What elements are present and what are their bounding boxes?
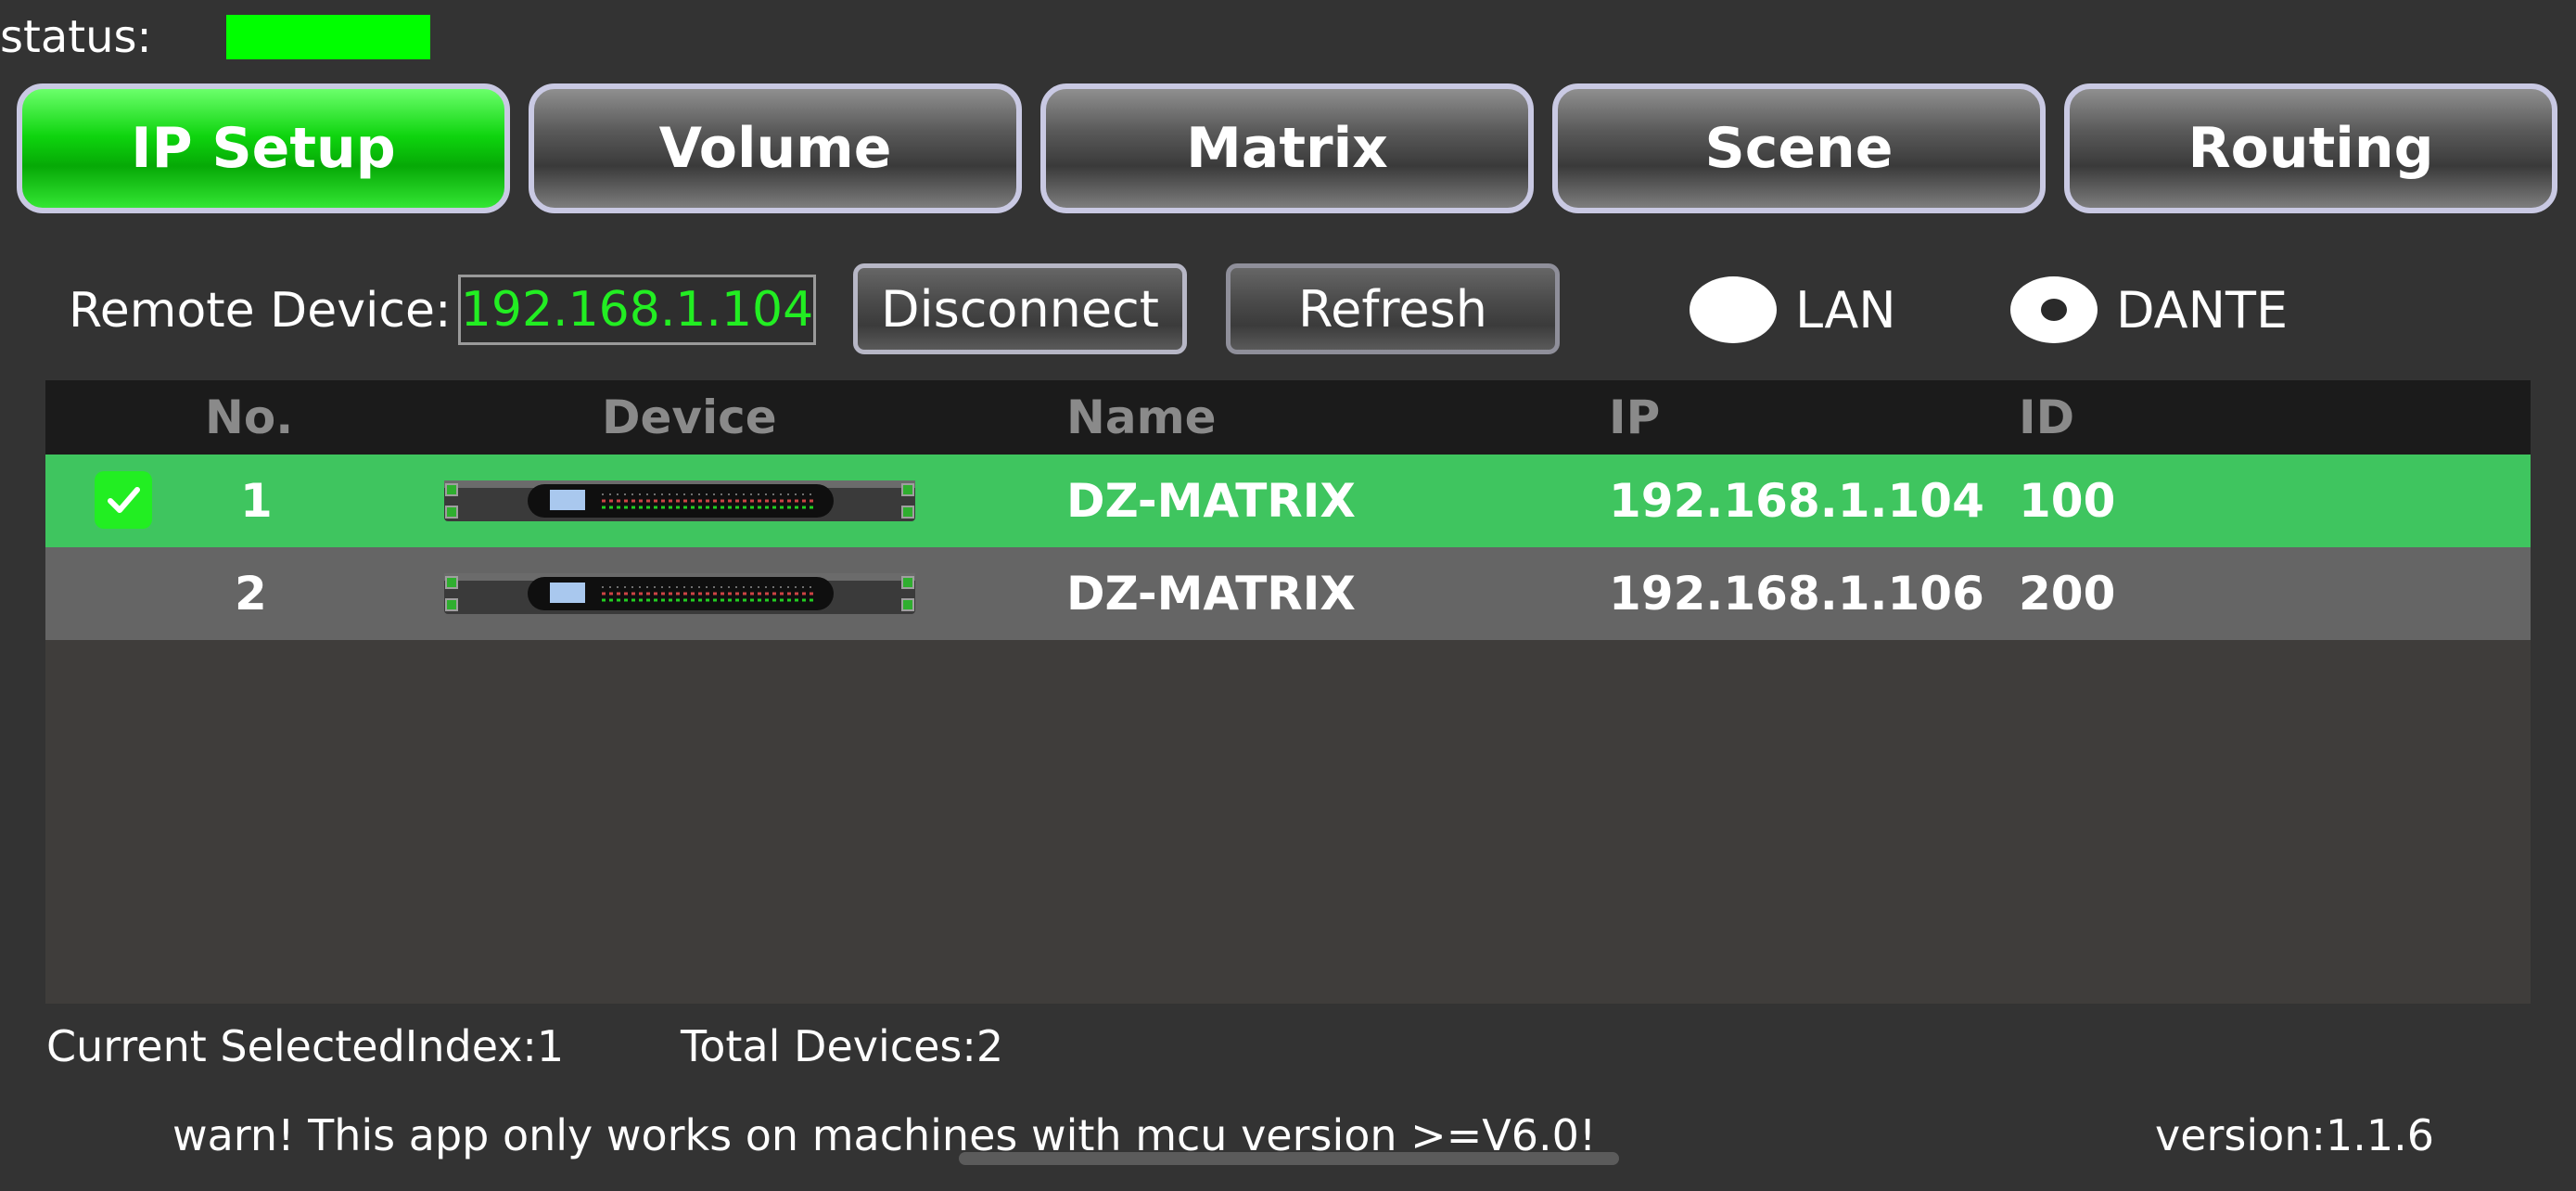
remote-ip-field[interactable]: 192.168.1.104 bbox=[458, 275, 816, 345]
remote-device-label: Remote Device: bbox=[69, 283, 452, 339]
refresh-button[interactable]: Refresh bbox=[1226, 263, 1560, 354]
dante-radio-label: DANTE bbox=[2116, 281, 2289, 339]
row-no: 1 bbox=[240, 474, 273, 528]
status-label: status: bbox=[0, 11, 152, 63]
lan-radio[interactable] bbox=[1690, 276, 1777, 343]
row-no: 2 bbox=[235, 567, 267, 621]
app-root: status: IP Setup Volume Matrix Scene Rou… bbox=[0, 0, 2576, 1191]
lan-radio-label: LAN bbox=[1795, 281, 1896, 339]
checkmark-icon bbox=[108, 487, 140, 513]
total-devices-text: Total Devices:2 bbox=[681, 1021, 1004, 1071]
rack-device-icon bbox=[444, 573, 915, 614]
row-checkbox[interactable] bbox=[95, 471, 152, 529]
tab-scene[interactable]: Scene bbox=[1552, 83, 2046, 213]
disconnect-button[interactable]: Disconnect bbox=[853, 263, 1187, 354]
table-row[interactable]: 1 DZ-MATRIX 192.168.1.104 100 bbox=[45, 455, 2531, 547]
version-text: version:1.1.6 bbox=[2155, 1110, 2435, 1160]
dante-radio[interactable] bbox=[2010, 276, 2098, 343]
tab-matrix[interactable]: Matrix bbox=[1040, 83, 1534, 213]
table-row[interactable]: 2 DZ-MATRIX 192.168.1.106 200 bbox=[45, 547, 2531, 640]
row-ip: 192.168.1.106 bbox=[1609, 567, 1984, 621]
status-indicator bbox=[226, 15, 430, 59]
row-name: DZ-MATRIX bbox=[1066, 474, 1356, 528]
row-id: 200 bbox=[2019, 567, 2116, 621]
tab-ip-setup[interactable]: IP Setup bbox=[17, 83, 510, 213]
tab-volume[interactable]: Volume bbox=[529, 83, 1022, 213]
header-device: Device bbox=[602, 391, 777, 444]
row-id: 100 bbox=[2019, 474, 2116, 528]
tab-routing[interactable]: Routing bbox=[2064, 83, 2557, 213]
rack-device-icon bbox=[444, 480, 915, 521]
header-name: Name bbox=[1066, 391, 1217, 444]
row-name: DZ-MATRIX bbox=[1066, 567, 1356, 621]
row-ip: 192.168.1.104 bbox=[1609, 474, 1984, 528]
table-header: No. Device Name IP ID bbox=[45, 380, 2531, 455]
header-id: ID bbox=[2019, 391, 2075, 444]
device-table: No. Device Name IP ID 1 DZ-MATRIX 192.16… bbox=[45, 380, 2531, 1004]
header-no: No. bbox=[205, 391, 294, 444]
selected-index-text: Current SelectedIndex:1 bbox=[46, 1021, 565, 1071]
radio-selected-dot bbox=[2041, 299, 2067, 321]
home-indicator[interactable] bbox=[959, 1152, 1619, 1165]
header-ip: IP bbox=[1609, 391, 1661, 444]
